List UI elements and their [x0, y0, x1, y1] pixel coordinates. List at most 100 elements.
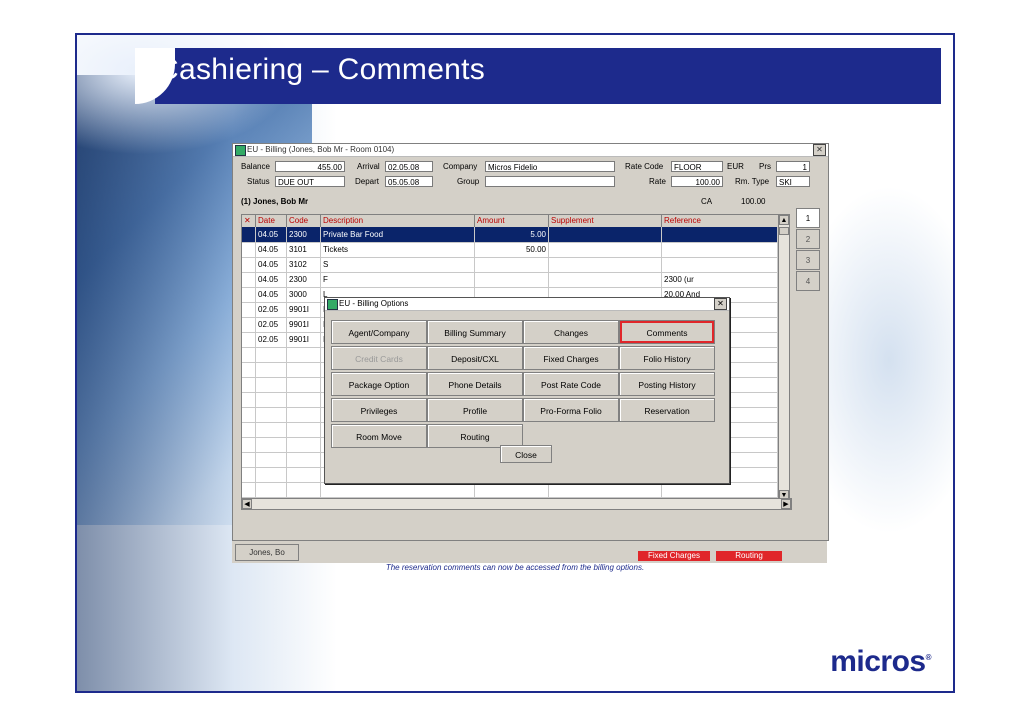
cell-date — [256, 422, 287, 437]
logo-text: micros — [830, 645, 926, 678]
cell-desc: S — [321, 257, 475, 272]
row-marker — [242, 437, 256, 452]
rm-type-field[interactable]: SKI — [776, 176, 810, 187]
cell-date: 02.05 — [256, 332, 287, 347]
cell-date — [256, 467, 287, 482]
depart-field[interactable]: 05.05.08 — [385, 176, 433, 187]
billing-options-dialog: EU - Billing Options ✕ Agent/Company Bill… — [324, 297, 730, 484]
cell-date — [256, 377, 287, 392]
rate-field[interactable]: 100.00 — [671, 176, 723, 187]
horizontal-scrollbar[interactable]: ◀ ▶ — [241, 498, 792, 510]
room-move-button[interactable]: Room Move — [331, 424, 427, 448]
table-row[interactable]: 04.05 2300 F 2300 (ur — [242, 272, 782, 288]
agent-company-button[interactable]: Agent/Company — [331, 320, 427, 344]
slide-title: Cashiering – Comments — [157, 53, 486, 86]
scroll-left-icon[interactable]: ◀ — [242, 499, 252, 509]
scroll-up-icon[interactable]: ▲ — [779, 215, 789, 225]
cell-amount: 5.00 — [475, 227, 549, 242]
row-marker — [242, 227, 256, 242]
credit-cards-button[interactable]: Credit Cards — [331, 346, 427, 370]
changes-button[interactable]: Changes — [523, 320, 619, 344]
profile-button[interactable]: Profile — [427, 398, 523, 422]
cell-date — [256, 347, 287, 362]
cell-code: 9901I — [287, 302, 321, 317]
balance-field[interactable]: 455.00 — [275, 161, 345, 172]
column-header-reference[interactable]: Reference — [662, 215, 778, 227]
dialog-titlebar: EU - Billing Options ✕ — [325, 298, 729, 311]
row-marker — [242, 287, 256, 302]
table-row[interactable]: 04.05 2300 Private Bar Food 5.00 — [242, 227, 782, 243]
cell-desc — [321, 482, 475, 497]
window-tab-3[interactable]: 3 — [796, 250, 820, 270]
guest-window-label: (1) Jones, Bob Mr — [241, 197, 309, 206]
window-tab-1[interactable]: 1 — [796, 208, 820, 228]
cell-code — [287, 452, 321, 467]
prs-label: Prs — [759, 162, 771, 171]
depart-label: Depart — [355, 177, 380, 186]
table-row[interactable]: 04.05 3101 Tickets 50.00 — [242, 242, 782, 258]
arrival-field[interactable]: 02.05.08 — [385, 161, 433, 172]
arrival-label: Arrival — [357, 162, 380, 171]
cell-code — [287, 392, 321, 407]
package-option-button[interactable]: Package Option — [331, 372, 427, 396]
prs-field[interactable]: 1 — [776, 161, 810, 172]
row-marker — [242, 467, 256, 482]
column-header-description[interactable]: Description — [321, 215, 475, 227]
row-marker — [242, 377, 256, 392]
row-marker — [242, 242, 256, 257]
scroll-right-icon[interactable]: ▶ — [781, 499, 791, 509]
cell-supp — [549, 242, 662, 257]
group-field[interactable] — [485, 176, 615, 187]
privileges-button[interactable]: Privileges — [331, 398, 427, 422]
posting-history-button[interactable]: Posting History — [619, 372, 715, 396]
cell-date: 04.05 — [256, 242, 287, 257]
window-tab-2[interactable]: 2 — [796, 229, 820, 249]
rate-label: Rate — [649, 177, 666, 186]
row-marker — [242, 272, 256, 287]
cell-code — [287, 377, 321, 392]
column-header-code[interactable]: Code — [287, 215, 321, 227]
close-button[interactable]: Close — [500, 445, 552, 463]
table-row[interactable]: 04.05 3102 S — [242, 257, 782, 273]
pro-forma-folio-button[interactable]: Pro-Forma Folio — [523, 398, 619, 422]
app-icon — [235, 145, 246, 156]
cell-supp — [549, 482, 662, 497]
deposit-cxl-button[interactable]: Deposit/CXL — [427, 346, 523, 370]
cell-date: 04.05 — [256, 287, 287, 302]
window-tab-4[interactable]: 4 — [796, 271, 820, 291]
cell-code: 3101 — [287, 242, 321, 257]
close-icon[interactable]: ✕ — [813, 144, 826, 156]
post-rate-code-button[interactable]: Post Rate Code — [523, 372, 619, 396]
cell-code — [287, 347, 321, 362]
company-field[interactable]: Micros Fidelio — [485, 161, 615, 172]
cell-amount — [475, 272, 549, 287]
cell-ref — [662, 257, 778, 272]
dialog-close-icon[interactable]: ✕ — [714, 298, 727, 310]
reservation-button[interactable]: Reservation — [619, 398, 715, 422]
row-marker — [242, 422, 256, 437]
guest-name-button[interactable]: Jones, Bo — [235, 544, 299, 561]
cell-date — [256, 437, 287, 452]
fixed-charges-button[interactable]: Fixed Charges — [523, 346, 619, 370]
column-header-supplement[interactable]: Supplement — [549, 215, 662, 227]
rate-code-field[interactable]: FLOOR — [671, 161, 723, 172]
micros-logo: micros® — [830, 645, 931, 679]
rm-type-label: Rm. Type — [735, 177, 770, 186]
cell-date: 02.05 — [256, 302, 287, 317]
billing-summary-button[interactable]: Billing Summary — [427, 320, 523, 344]
rate-code-label: Rate Code — [625, 162, 664, 171]
registered-mark: ® — [925, 653, 932, 662]
column-header-amount[interactable]: Amount — [475, 215, 549, 227]
cell-code — [287, 437, 321, 452]
routing-indicator[interactable]: Routing — [716, 551, 782, 561]
vertical-scrollbar[interactable]: ▲ ▼ — [778, 214, 790, 501]
fixed-charges-indicator[interactable]: Fixed Charges — [638, 551, 710, 561]
cell-supp — [549, 257, 662, 272]
comments-button[interactable]: Comments — [619, 320, 715, 344]
folio-history-button[interactable]: Folio History — [619, 346, 715, 370]
scroll-thumb[interactable] — [779, 227, 789, 235]
table-row[interactable] — [242, 482, 782, 498]
status-field[interactable]: DUE OUT — [275, 176, 345, 187]
phone-details-button[interactable]: Phone Details — [427, 372, 523, 396]
column-header-date[interactable]: Date — [256, 215, 287, 227]
